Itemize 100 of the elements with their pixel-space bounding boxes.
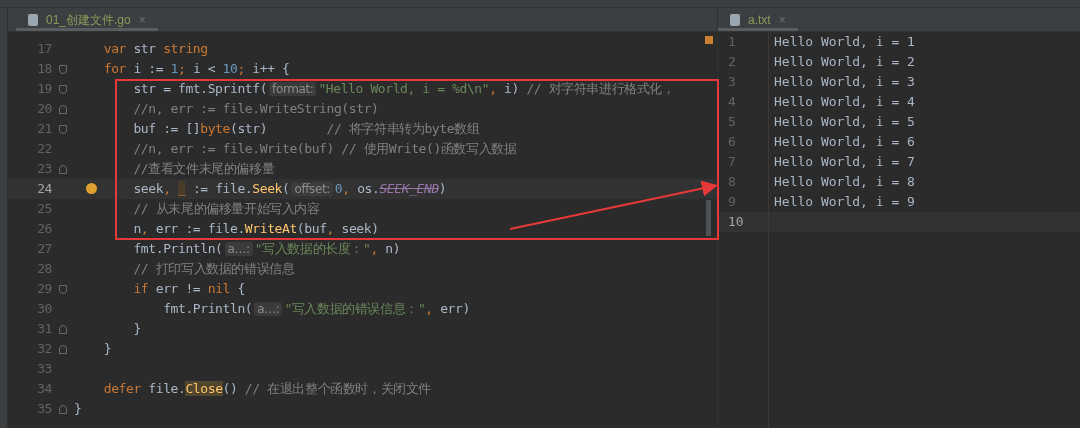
code-text: ( (282, 181, 290, 197)
line-number: 8 (727, 173, 737, 192)
comment: // 打印写入数据的错误信息 (133, 261, 295, 277)
parameter-hint: format: (269, 82, 317, 97)
line-number: 28 (36, 260, 52, 279)
number-literal: 10 (222, 61, 238, 77)
keyword: defer (103, 381, 141, 397)
code-text: str = fmt.Sprintf( (133, 81, 268, 97)
line-number: 9 (727, 193, 737, 212)
line-number: 5 (727, 113, 737, 132)
line-number: 6 (727, 133, 737, 152)
line-number: 24 (36, 180, 52, 199)
comment: // 在退出整个函数时，关闭文件 (244, 381, 431, 397)
code-text: } (133, 321, 141, 337)
file-icon (28, 13, 38, 26)
line-number: 19 (36, 80, 52, 99)
line-number: 34 (36, 380, 52, 399)
code-text: err := file. (155, 221, 245, 237)
line-number: 22 (36, 140, 52, 159)
punctuation: , (489, 81, 497, 97)
punctuation: , (163, 181, 172, 197)
keyword: for (103, 61, 126, 77)
line-number: 21 (36, 120, 52, 139)
line-number: 25 (36, 200, 52, 219)
keyword: var (103, 41, 126, 57)
comment: //n, err := file.Write(buf) // 使用Write()函数写入数据 (133, 141, 517, 157)
comment: // 从末尾的偏移量开始写入内容 (133, 201, 320, 217)
text-line: Hello World, i = 9 (773, 193, 915, 212)
text-line: Hello World, i = 1 (773, 33, 915, 52)
code-text: ) (438, 181, 447, 197)
punctuation: , (342, 181, 350, 197)
keyword: if (133, 281, 149, 297)
punctuation: , (326, 221, 334, 237)
line-number: 7 (727, 153, 737, 172)
text-line: Hello World, i = 2 (773, 53, 915, 72)
code-text: seek) (341, 221, 379, 237)
line-number: 23 (36, 160, 52, 179)
scrollbar-thumb[interactable] (706, 200, 711, 236)
code-text: i++ { (252, 61, 290, 77)
file-tab[interactable]: a.txt × (718, 11, 798, 31)
string-literal: "Hello World, i = %d\n" (318, 81, 490, 97)
text-line: Hello World, i = 5 (773, 113, 915, 132)
comment: //n, err := file.WriteString(str) (133, 101, 379, 117)
string-literal: "写入数据的错误信息：" (284, 301, 426, 317)
comment: // 对字符串进行格式化， (526, 81, 675, 97)
method-name: WriteAt (244, 221, 297, 237)
parameter-hint: a…: (224, 242, 253, 257)
code-text: := file. (192, 181, 253, 197)
code-text: i < (192, 61, 217, 77)
code-text: fmt.Println( (133, 241, 223, 257)
parameter-hint: a…: (254, 302, 283, 317)
text-line: Hello World, i = 4 (773, 93, 915, 112)
code-text: n) (385, 241, 401, 257)
line-number: 3 (727, 73, 737, 92)
file-icon (730, 13, 740, 26)
tab-label: 01_创建文件.go (46, 11, 131, 29)
code-text: err) (440, 301, 470, 317)
string-literal: "写入数据的长度：" (254, 241, 371, 257)
code-text: os. (357, 181, 380, 197)
line-number: 4 (727, 93, 737, 112)
line-number: 30 (36, 300, 52, 319)
unused-variable: _ (178, 181, 186, 197)
line-number: 20 (36, 100, 52, 119)
parameter-hint: offset: (291, 182, 333, 197)
punctuation: ; (178, 61, 186, 77)
line-number: 35 (36, 400, 52, 419)
line-number: 18 (36, 60, 52, 79)
line-number: 31 (36, 320, 52, 339)
line-number: 26 (36, 220, 52, 239)
line-number: 10 (727, 213, 745, 232)
keyword: nil (207, 281, 230, 297)
line-number: 17 (36, 40, 52, 59)
tab-label: a.txt (748, 11, 771, 29)
lightbulb-icon[interactable] (86, 183, 97, 194)
file-tab[interactable]: 01_创建文件.go × (16, 11, 158, 31)
warning-marker (705, 36, 713, 44)
code-text: i) (504, 81, 520, 97)
text-line: Hello World, i = 8 (773, 173, 915, 192)
method-name: Close (185, 381, 223, 397)
code-text: } (74, 401, 82, 417)
code-text: file. (148, 381, 186, 397)
code-text: err != (155, 281, 202, 297)
number-literal: 0 (334, 181, 343, 197)
line-number: 1 (727, 33, 737, 52)
code-text: (str) (230, 121, 269, 137)
code-text: () (222, 381, 239, 397)
code-text: } (103, 341, 112, 357)
line-number: 32 (36, 340, 52, 359)
keyword: byte (200, 121, 230, 137)
code-text: buf := [] (133, 121, 201, 137)
constant-name: SEEK_END (379, 181, 439, 197)
line-number: 29 (36, 280, 52, 299)
code-text: fmt.Println( (163, 301, 253, 317)
punctuation: ; (237, 61, 245, 77)
code-text: { (237, 281, 245, 297)
close-icon[interactable]: × (138, 10, 146, 29)
code-text: str (133, 41, 157, 57)
close-icon[interactable]: × (778, 10, 786, 29)
comment: //查看文件末尾的偏移量 (133, 161, 275, 177)
code-text: i := (133, 61, 165, 77)
